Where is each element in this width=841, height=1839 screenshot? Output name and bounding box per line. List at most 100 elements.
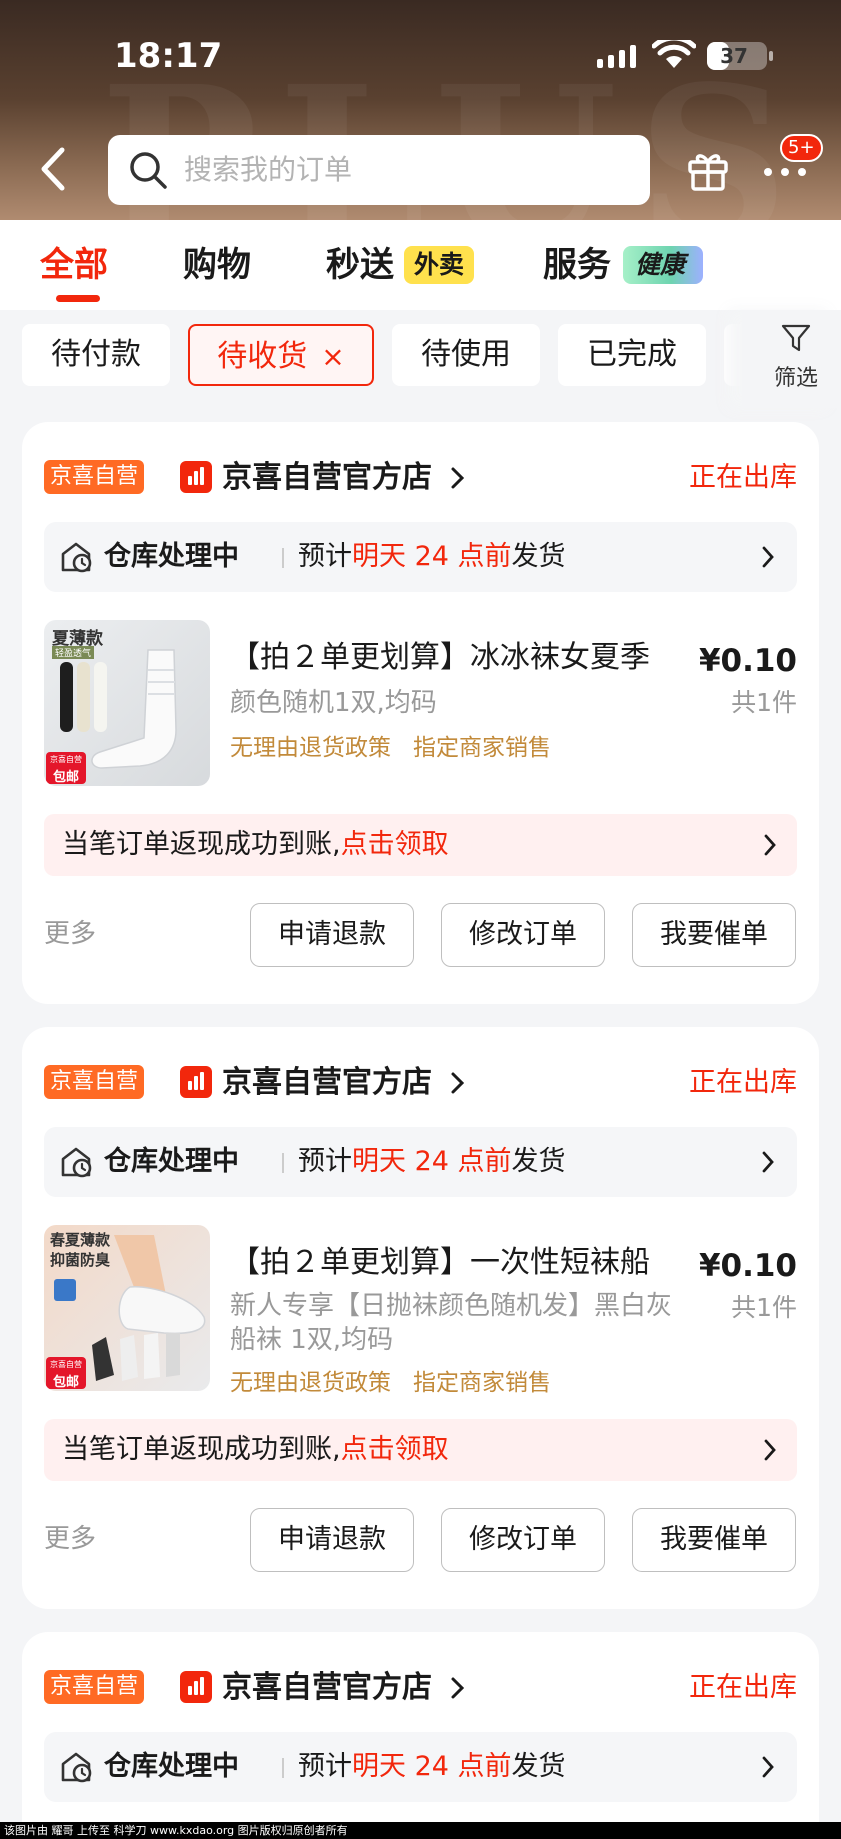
warehouse-clock-icon bbox=[61, 542, 92, 573]
more-actions-link[interactable]: 更多 bbox=[44, 1519, 96, 1559]
shop-row[interactable]: 京喜自营 京喜自营官方店 正在出库 bbox=[44, 1668, 797, 1708]
filter-button[interactable]: 筛选 bbox=[766, 322, 826, 392]
battery-icon: 37 bbox=[707, 42, 773, 70]
ship-estimate: 预计明天 24 点前发货 bbox=[298, 541, 566, 572]
close-icon[interactable]: × bbox=[321, 340, 344, 373]
filter-pending-receipt-label: 待收货 bbox=[217, 339, 308, 374]
filter-pending-payment[interactable]: 待付款 bbox=[22, 324, 170, 386]
product-quantity: 共1件 bbox=[731, 688, 797, 717]
back-arrow-icon[interactable] bbox=[34, 144, 74, 194]
search-placeholder: 搜索我的订单 bbox=[184, 153, 353, 186]
apply-refund-button[interactable]: 申请退款 bbox=[250, 903, 414, 967]
more-actions-link[interactable]: 更多 bbox=[44, 914, 96, 954]
ship-estimate: 预计明天 24 点前发货 bbox=[298, 1751, 566, 1782]
order-status: 正在出库 bbox=[689, 1067, 797, 1098]
return-policy-tag: 无理由退货政策 bbox=[230, 735, 391, 761]
apply-refund-button[interactable]: 申请退款 bbox=[250, 1508, 414, 1572]
search-icon bbox=[130, 152, 167, 189]
chevron-right-icon bbox=[451, 467, 465, 489]
product-image-badge-top: 京喜自营 bbox=[50, 1360, 82, 1369]
order-status: 正在出库 bbox=[689, 462, 797, 493]
shipping-progress[interactable]: 仓库处理中 预计明天 24 点前发货 bbox=[44, 1732, 797, 1802]
filter-completed[interactable]: 已完成 bbox=[558, 324, 706, 386]
product-image-badge-bottom: 包邮 bbox=[52, 770, 79, 785]
chevron-right-icon bbox=[762, 546, 774, 568]
product-price: ¥0.10 bbox=[698, 1248, 797, 1284]
shipping-progress[interactable]: 仓库处理中 预计明天 24 点前发货 bbox=[44, 522, 797, 592]
tab-shopping[interactable]: 购物 bbox=[183, 242, 251, 288]
chevron-right-icon bbox=[451, 1072, 465, 1094]
product-tags: 无理由退货政策 指定商家销售 bbox=[230, 1367, 573, 1399]
ship-estimate: 预计明天 24 点前发货 bbox=[298, 1146, 566, 1177]
shop-logo-icon bbox=[180, 1671, 212, 1703]
message-badge: 5+ bbox=[780, 134, 823, 162]
modify-order-button[interactable]: 修改订单 bbox=[441, 1508, 605, 1572]
shop-row[interactable]: 京喜自营 京喜自营官方店 正在出库 bbox=[44, 1063, 797, 1103]
shop-name: 京喜自营官方店 bbox=[222, 1065, 432, 1100]
cashback-banner[interactable]: 当笔订单返现成功到账,点击领取 bbox=[44, 814, 797, 876]
shop-logo-icon bbox=[180, 461, 212, 493]
product-image-label: 春夏薄款 bbox=[50, 1231, 111, 1249]
tab-services[interactable]: 服务 bbox=[543, 242, 611, 288]
shop-name: 京喜自营官方店 bbox=[222, 460, 432, 495]
modify-order-button[interactable]: 修改订单 bbox=[441, 903, 605, 967]
tab-instant-delivery[interactable]: 秒送 bbox=[326, 242, 394, 288]
product-spec: 颜色随机1双,均码 bbox=[230, 688, 437, 718]
product-title[interactable]: 【拍２单更划算】冰冰袜女夏季 bbox=[230, 638, 690, 678]
warehouse-clock-icon bbox=[61, 1147, 92, 1178]
order-card: 京喜自营 京喜自营官方店 正在出库 仓库处理中 预计明天 24 点前发货 夏薄款… bbox=[22, 422, 819, 1004]
product-image-sublabel: 抑菌防臭 bbox=[50, 1251, 111, 1269]
claim-cashback-link[interactable]: 点击领取 bbox=[341, 1434, 449, 1465]
order-card: 京喜自营 京喜自营官方店 正在出库 仓库处理中 预计明天 24 点前发货 bbox=[22, 1027, 819, 1609]
shop-row[interactable]: 京喜自营 京喜自营官方店 正在出库 bbox=[44, 458, 797, 498]
product-price: ¥0.10 bbox=[698, 643, 797, 679]
chevron-right-icon bbox=[764, 1439, 776, 1461]
signal-icon bbox=[597, 44, 636, 68]
cashback-banner[interactable]: 当笔订单返现成功到账,点击领取 bbox=[44, 1419, 797, 1481]
filter-button-label: 筛选 bbox=[773, 366, 818, 391]
filter-pending-use[interactable]: 待使用 bbox=[392, 324, 540, 386]
takeout-tag: 外卖 bbox=[404, 246, 475, 284]
status-filter-bar: 待付款 待收货 × 待使用 已完成 筛选 bbox=[0, 310, 841, 408]
tab-all[interactable]: 全部 bbox=[40, 242, 108, 288]
urge-order-button[interactable]: 我要催单 bbox=[632, 1508, 796, 1572]
shipping-progress[interactable]: 仓库处理中 预计明天 24 点前发货 bbox=[44, 1127, 797, 1197]
product-title[interactable]: 【拍２单更划算】一次性短袜船 bbox=[230, 1243, 690, 1283]
self-operated-tag: 京喜自营 bbox=[44, 460, 145, 494]
warehouse-status: 仓库处理中 bbox=[104, 1146, 239, 1177]
urge-order-button[interactable]: 我要催单 bbox=[632, 903, 796, 967]
tab-active-indicator bbox=[56, 295, 100, 302]
designated-seller-tag: 指定商家销售 bbox=[413, 735, 551, 761]
health-tag: 健康 bbox=[623, 246, 704, 284]
chevron-right-icon bbox=[764, 834, 776, 856]
chevron-right-icon bbox=[451, 1677, 465, 1699]
image-watermark: 该图片由 耀哥 上传至 科学刀 www.kxdao.org 图片版权归原创者所有 bbox=[0, 1822, 841, 1839]
search-input[interactable]: 搜索我的订单 bbox=[108, 135, 650, 205]
product-spec: 新人专享【日抛袜颜色随机发】黑白灰船袜 1双,均码 bbox=[230, 1291, 673, 1355]
product-quantity: 共1件 bbox=[731, 1293, 797, 1322]
warehouse-clock-icon bbox=[61, 1752, 92, 1783]
ship-estimate-time: 明天 24 点前 bbox=[352, 1751, 512, 1782]
self-operated-tag: 京喜自营 bbox=[44, 1670, 145, 1704]
product-tags: 无理由退货政策 指定商家销售 bbox=[230, 732, 573, 764]
shop-logo-icon bbox=[180, 1066, 212, 1098]
warehouse-status: 仓库处理中 bbox=[104, 541, 239, 572]
ship-estimate-time: 明天 24 点前 bbox=[352, 1146, 512, 1177]
designated-seller-tag: 指定商家销售 bbox=[413, 1370, 551, 1396]
gift-icon[interactable] bbox=[686, 148, 730, 192]
cashback-text: 当笔订单返现成功到账, bbox=[62, 829, 341, 860]
filter-pending-receipt[interactable]: 待收货 × bbox=[188, 324, 374, 386]
header: PLUS 18:17 37 搜索我的订单 5+ bbox=[0, 0, 841, 220]
status-time: 18:17 bbox=[114, 36, 223, 76]
product-image[interactable]: 春夏薄款 抑菌防臭 京喜自营 包邮 bbox=[44, 1225, 210, 1391]
product-image-badge-top: 京喜自营 bbox=[50, 755, 82, 764]
warehouse-status: 仓库处理中 bbox=[104, 1751, 239, 1782]
product-image[interactable]: 夏薄款 轻盈透气 京喜自营 包邮 bbox=[44, 620, 210, 786]
wifi-icon bbox=[652, 40, 696, 68]
funnel-icon bbox=[781, 324, 811, 352]
product-image-badge-bottom: 包邮 bbox=[52, 1375, 79, 1390]
chevron-right-icon bbox=[762, 1756, 774, 1778]
shop-name: 京喜自营官方店 bbox=[222, 1670, 432, 1705]
battery-level: 37 bbox=[720, 44, 748, 68]
claim-cashback-link[interactable]: 点击领取 bbox=[341, 829, 449, 860]
